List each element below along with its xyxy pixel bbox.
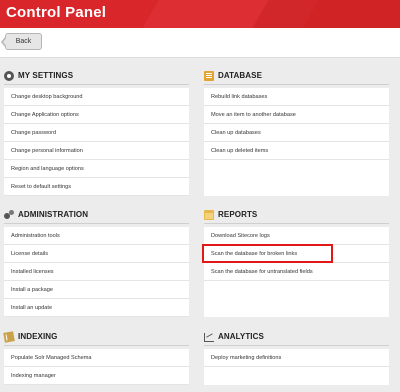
section-analytics: ANALYTICS Deploy marketing definitions <box>204 329 389 385</box>
chart-icon <box>204 332 214 342</box>
database-icon <box>204 70 214 81</box>
section-list: Download Sitecore logs Scan the database… <box>204 227 389 317</box>
section-header: REPORTS <box>204 207 389 222</box>
link-clean-up-deleted-items[interactable]: Clean up deleted items <box>204 142 389 160</box>
folder-icon <box>204 209 214 220</box>
section-title: MY SETTINGS <box>18 71 74 80</box>
link-install-update[interactable]: Install an update <box>4 299 189 317</box>
link-change-application-options[interactable]: Change Application options <box>4 106 189 124</box>
link-move-item-to-database[interactable]: Move an item to another database <box>204 106 389 124</box>
link-rebuild-link-databases[interactable]: Rebuild link databases <box>204 88 389 106</box>
link-change-password[interactable]: Change password <box>4 124 189 142</box>
back-arrow-inner <box>3 37 7 47</box>
app-header: Control Panel <box>0 0 400 28</box>
highlight-box <box>202 244 333 263</box>
link-administration-tools[interactable]: Administration tools <box>4 227 189 245</box>
list-filler <box>204 160 389 196</box>
section-divider <box>204 345 389 346</box>
link-change-personal-information[interactable]: Change personal information <box>4 142 189 160</box>
section-divider <box>4 223 189 224</box>
section-divider <box>204 223 389 224</box>
list-filler <box>204 281 389 317</box>
link-install-package[interactable]: Install a package <box>4 281 189 299</box>
section-database: DATABASE Rebuild link databases Move an … <box>204 68 389 196</box>
link-license-details[interactable]: License details <box>4 245 189 263</box>
section-title: DATABASE <box>218 71 263 80</box>
list-filler <box>204 367 389 385</box>
section-list: Administration tools License details Ins… <box>4 227 189 317</box>
section-header: ANALYTICS <box>204 329 389 344</box>
back-button[interactable]: Back <box>1 33 42 50</box>
section-list: Populate Solr Managed Schema Indexing ma… <box>4 349 189 385</box>
section-list: Change desktop background Change Applica… <box>4 88 189 196</box>
section-header: DATABASE <box>204 68 389 83</box>
section-title: ADMINISTRATION <box>18 210 89 219</box>
section-indexing: INDEXING Populate Solr Managed Schema In… <box>3 329 189 385</box>
gears-icon <box>4 209 14 220</box>
link-populate-solr-schema[interactable]: Populate Solr Managed Schema <box>4 349 189 367</box>
link-deploy-marketing-definitions[interactable]: Deploy marketing definitions <box>204 349 389 367</box>
section-divider <box>204 84 389 85</box>
section-header: INDEXING <box>3 329 189 344</box>
page-title: Control Panel <box>6 4 107 21</box>
link-scan-untranslated-fields[interactable]: Scan the database for untranslated field… <box>204 263 389 281</box>
section-header: ADMINISTRATION <box>4 207 189 222</box>
section-title: ANALYTICS <box>218 332 264 341</box>
link-change-desktop-background[interactable]: Change desktop background <box>4 88 189 106</box>
section-divider <box>4 84 189 85</box>
section-title: REPORTS <box>218 210 258 219</box>
section-header: MY SETTINGS <box>4 68 189 83</box>
section-administration: ADMINISTRATION Administration tools Lice… <box>4 207 189 317</box>
section-list: Deploy marketing definitions <box>204 349 389 385</box>
indexing-icon <box>3 330 15 343</box>
link-indexing-manager[interactable]: Indexing manager <box>4 367 189 385</box>
section-divider <box>4 345 189 346</box>
link-installed-licenses[interactable]: Installed licenses <box>4 263 189 281</box>
gear-icon <box>4 70 14 81</box>
toolbar: Back <box>0 28 400 58</box>
section-title: INDEXING <box>18 332 58 341</box>
link-reset-default-settings[interactable]: Reset to default settings <box>4 178 189 196</box>
link-clean-up-databases[interactable]: Clean up databases <box>204 124 389 142</box>
link-download-sitecore-logs[interactable]: Download Sitecore logs <box>204 227 389 245</box>
back-button-label: Back <box>15 38 32 45</box>
section-my-settings: MY SETTINGS Change desktop background Ch… <box>4 68 189 196</box>
link-region-language-options[interactable]: Region and language options <box>4 160 189 178</box>
section-list: Rebuild link databases Move an item to a… <box>204 88 389 196</box>
